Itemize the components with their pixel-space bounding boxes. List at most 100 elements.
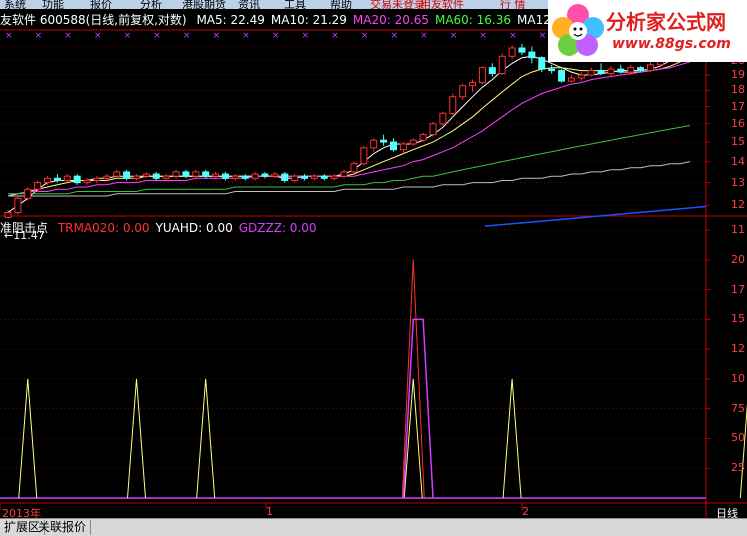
main-y-tick: 19 [731, 68, 745, 82]
candle-body [132, 175, 140, 179]
signal-marker: × [183, 31, 191, 41]
candle-body [587, 70, 595, 76]
candle-body [617, 68, 625, 73]
signal-marker: × [450, 31, 458, 41]
main-y-tick: 16 [731, 116, 745, 130]
candle-body [439, 112, 447, 125]
candle-body [558, 70, 566, 82]
signal-marker: × [153, 31, 161, 41]
candle-body [380, 139, 388, 143]
candle-body [281, 173, 289, 181]
indicator-label-0: TRMA020: 0.00 [57, 221, 150, 235]
signal-marker: × [509, 31, 517, 41]
logo-title: 分析家公式网 [606, 10, 726, 34]
candle-body [498, 55, 506, 75]
candle-body [469, 82, 477, 87]
candle-body [291, 175, 299, 181]
main-chart-header: 友软件 600588(日线,前复权,对数) MA5: 22.49 MA10: 21… [0, 11, 601, 29]
candle-body [261, 173, 269, 177]
signal-marker: × [302, 31, 310, 41]
candle-body [182, 171, 190, 177]
signal-marker: × [64, 31, 72, 41]
candle-body [221, 173, 229, 179]
candle-body [24, 188, 32, 199]
candle-body [152, 173, 160, 179]
candle-body [162, 175, 170, 179]
candle-body [241, 175, 249, 179]
candle-body [637, 67, 645, 72]
candle-body [646, 64, 654, 72]
candle-body [627, 67, 635, 73]
candle-body [419, 134, 427, 141]
candle-body [310, 175, 318, 179]
candle-body [607, 68, 615, 75]
candle-body [4, 212, 12, 218]
candle-body [320, 175, 328, 179]
candle-body [548, 68, 556, 72]
signal-marker: × [35, 31, 43, 41]
candle-body [409, 139, 417, 145]
stock-title: 友软件 600588(日线,前复权,对数) [0, 13, 187, 27]
candle-body [63, 175, 71, 181]
signal-marker: × [272, 31, 280, 41]
main-y-tick: 12 [731, 198, 745, 212]
x-label-month-2: 2 [522, 505, 529, 518]
candle-body [271, 173, 279, 177]
candle-body [370, 139, 378, 149]
indicator-label-1: YUAHD: 0.00 [155, 221, 233, 235]
candle-body [251, 173, 259, 179]
candle-body [103, 175, 111, 179]
yuahd-spike [18, 378, 38, 499]
low-price-marker: ←11.47 [4, 229, 45, 242]
price-chart[interactable]: ×××××××××××××××××××××××× [0, 0, 747, 535]
candle-body [44, 177, 52, 184]
candle-body [399, 143, 407, 151]
sub-y-tick: 12 [731, 342, 745, 356]
signal-marker: × [5, 31, 13, 41]
candle-body [360, 147, 368, 165]
ma-line-ma20 [8, 61, 691, 195]
candle-body [538, 57, 546, 70]
signal-marker: × [124, 31, 132, 41]
candle-body [123, 171, 131, 179]
candle-body [202, 171, 210, 177]
candle-body [518, 47, 526, 53]
main-y-tick: 11 [731, 223, 745, 236]
ma-line-ma10 [7, 54, 691, 197]
main-y-tick: 13 [731, 175, 745, 189]
sub-y-tick: 15 [731, 312, 745, 326]
candle-body [231, 175, 239, 179]
signal-marker: × [242, 31, 250, 41]
candle-body [340, 171, 348, 177]
candle-body [83, 179, 91, 184]
main-y-tick: 18 [731, 83, 745, 97]
x-label-month-1: 1 [266, 505, 273, 518]
candle-body [192, 171, 200, 177]
ma-label-2: MA20: 20.65 [352, 13, 429, 27]
sub-y-tick: 10 [731, 371, 745, 385]
signal-marker: × [94, 31, 102, 41]
candle-body [508, 47, 516, 57]
candle-body [488, 67, 496, 75]
signal-marker: × [420, 31, 428, 41]
signal-marker: × [361, 31, 369, 41]
sub-y-tick: 17 [731, 282, 745, 296]
candle-body [73, 175, 81, 184]
sub-y-tick: 25 [731, 461, 745, 475]
tab-related-quotes[interactable]: 关联报价 [34, 520, 92, 535]
candle-body [301, 175, 309, 179]
logo-url: www.88gs.com [612, 36, 731, 52]
candle-body [330, 175, 338, 179]
candle-body [597, 70, 605, 75]
candle-body [528, 51, 536, 59]
signal-marker: × [213, 31, 221, 41]
logo: 分析家公式网 www.88gs.com [548, 0, 747, 62]
ma-label-0: MA5: 22.49 [196, 13, 265, 27]
candle-body [53, 177, 61, 181]
flower-logo-icon [552, 4, 604, 56]
candle-body [34, 182, 42, 190]
signal-marker: × [331, 31, 339, 41]
signal-marker: × [539, 31, 547, 41]
candle-body [567, 77, 575, 82]
sub-chart-header: 准阻击点 TRMA020: 0.00 YUAHD: 0.00 GDZZZ: 0.00 [0, 219, 323, 235]
